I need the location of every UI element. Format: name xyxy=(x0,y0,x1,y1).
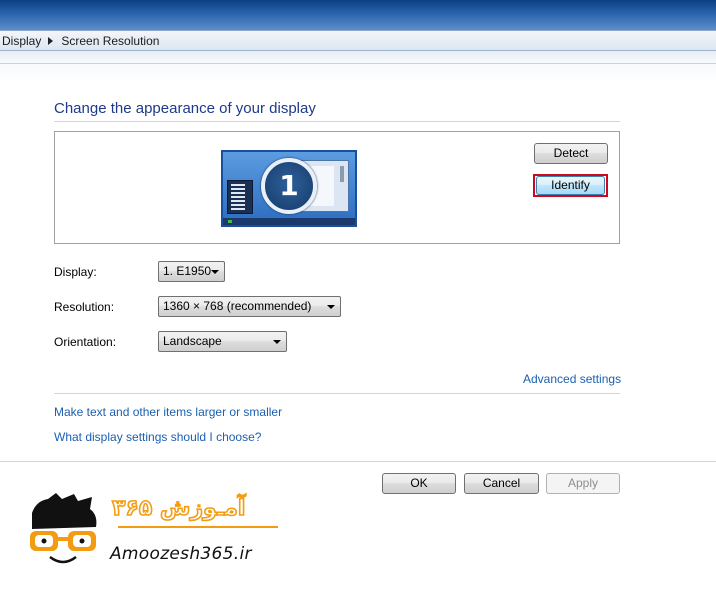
breadcrumb: Display Screen Resolution xyxy=(0,30,716,51)
identify-button[interactable]: Identify xyxy=(536,176,605,195)
heading-divider xyxy=(54,121,620,122)
window-icon xyxy=(227,180,253,214)
orientation-select[interactable]: Landscape xyxy=(158,331,287,352)
monitor-1-thumbnail[interactable]: 1 xyxy=(221,150,357,227)
display-select[interactable]: 1. E1950 xyxy=(158,261,225,282)
cancel-button[interactable]: Cancel xyxy=(464,473,539,494)
ok-button[interactable]: OK xyxy=(382,473,456,494)
breadcrumb-item-screen-resolution[interactable]: Screen Resolution xyxy=(61,34,159,48)
apply-button[interactable]: Apply xyxy=(546,473,620,494)
footer-divider xyxy=(0,461,716,462)
text-size-link[interactable]: Make text and other items larger or smal… xyxy=(54,405,282,419)
resolution-select[interactable]: 1360 × 768 (recommended) xyxy=(158,296,341,317)
logo-text: Amoozesh365.ir xyxy=(110,544,252,564)
display-select-value: 1. E1950 xyxy=(163,264,212,278)
chevron-down-icon xyxy=(273,340,281,344)
orientation-label: Orientation: xyxy=(54,335,117,349)
breadcrumb-separator-icon[interactable] xyxy=(48,36,54,45)
resolution-label: Resolution: xyxy=(54,300,115,314)
identify-highlight: Identify xyxy=(533,174,608,197)
section-divider xyxy=(54,393,620,394)
logo-persian-text: آمـوزش ۳۶۵ xyxy=(111,495,246,522)
chevron-down-icon xyxy=(327,305,335,309)
advanced-settings-link[interactable]: Advanced settings xyxy=(523,372,621,386)
resolution-select-value: 1360 × 768 (recommended) xyxy=(163,299,312,313)
window-title-band xyxy=(0,0,716,30)
detect-button[interactable]: Detect xyxy=(534,143,608,164)
orientation-select-value: Landscape xyxy=(163,334,222,348)
display-label: Display: xyxy=(54,265,97,279)
page-title: Change the appearance of your display xyxy=(54,100,316,117)
taskbar-icon xyxy=(223,218,355,225)
chevron-down-icon xyxy=(211,270,219,274)
monitor-number-badge: 1 xyxy=(261,158,317,214)
display-help-link[interactable]: What display settings should I choose? xyxy=(54,430,261,444)
toolbar-strip xyxy=(0,51,716,81)
breadcrumb-item-display[interactable]: Display xyxy=(2,34,41,48)
